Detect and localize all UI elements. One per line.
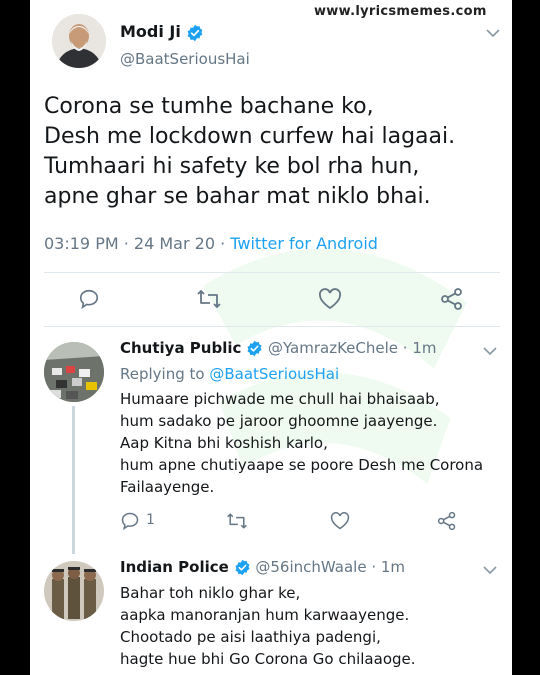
reply-line: Chootado pe aisi laathiya padengi, [120,628,381,646]
reply-line: Bahar toh niklo ghar ke, [120,584,301,602]
tweet-time: 03:19 PM [44,234,119,253]
heart-icon[interactable] [330,511,350,531]
reply-age: 1m [412,339,437,357]
divider [44,272,500,273]
avatar-modi-ji[interactable] [52,14,106,68]
meta-separator: · [398,339,413,357]
meta-separator: · [215,234,231,253]
chevron-down-icon[interactable] [483,346,497,356]
share-icon[interactable] [440,288,464,310]
verified-badge-icon [235,559,250,576]
divider [44,326,500,327]
avatar-chutiya-public[interactable] [44,342,104,402]
reply-line: hum apne chutiyaape se poore Desh me Cor… [120,456,484,474]
reply-author-name[interactable]: Chutiya Public [120,339,241,357]
background-logo [203,248,467,484]
author-handle[interactable]: @BaatSeriousHai [120,50,250,68]
chevron-down-icon[interactable] [486,28,500,38]
reply-author-handle[interactable]: @56inchWaale [255,558,366,576]
tweet-line: Tumhaari hi safety ke bol rha hun, [44,154,420,179]
reply-header: Chutiya Public @YamrazKeChele · 1m [120,339,436,357]
reply-header: Indian Police @56inchWaale · 1m [120,558,405,576]
watermark: www.lyricsmemes.com [314,4,487,19]
tweet-meta: 03:19 PM · 24 Mar 20 · Twitter for Andro… [44,234,378,253]
author-name[interactable]: Modi Ji [120,22,181,41]
reply-line: Aap Kitna bhi koshish karlo, [120,434,328,452]
heart-icon[interactable] [318,288,342,310]
tweet-line: Desh me lockdown curfew hai lagaai. [44,124,456,149]
tweet-date: 24 Mar 20 [133,234,215,253]
share-icon[interactable] [437,511,457,531]
reply-line: hagte hue bhi Go Corona Go chilaaoge. [120,650,416,668]
reply-line: Humaare pichwade me chull hai bhaisaab, [120,390,440,408]
main-author[interactable]: Modi Ji [120,22,204,42]
chevron-down-icon[interactable] [483,565,497,575]
reply-author-handle[interactable]: @YamrazKeChele [268,339,398,357]
tweet-source-link[interactable]: Twitter for Android [230,234,378,253]
meta-separator: · [366,558,381,576]
replying-label: Replying to [120,365,205,383]
tweet-text: Corona se tumhe bachane ko, Desh me lock… [44,92,504,212]
reply-age: 1m [380,558,406,576]
retweet-icon[interactable] [226,511,248,531]
replying-mention-link[interactable]: @BaatSeriousHai [209,365,339,383]
reply-icon[interactable] [78,288,100,310]
verified-badge-icon [187,24,203,41]
retweet-icon[interactable] [196,288,222,310]
reply-line: Failaayenge. [120,478,215,496]
verified-badge-icon [247,340,262,357]
replying-to: Replying to @BaatSeriousHai [120,365,339,383]
avatar-indian-police[interactable] [44,561,104,621]
tweet-line: apne ghar se bahar mat niklo bhai. [44,184,431,209]
reply-line: hum sadako pe jaroor ghoomne jaayenge. [120,412,438,430]
reply-text: Humaare pichwade me chull hai bhaisaab, … [120,388,500,498]
reply-text: Bahar toh niklo ghar ke, aapka manoranja… [120,582,500,670]
thread-line [72,406,75,554]
reply-line: aapka manoranjan hum karwaayenge. [120,606,410,624]
reply-count: 1 [146,512,155,528]
reply-icon[interactable] [120,511,140,531]
meta-separator: · [118,234,134,253]
tweet-card: www.lyricsmemes.com Modi Ji @BaatSerious… [30,0,512,675]
reply-author-name[interactable]: Indian Police [120,558,229,576]
tweet-line: Corona se tumhe bachane ko, [44,94,374,119]
